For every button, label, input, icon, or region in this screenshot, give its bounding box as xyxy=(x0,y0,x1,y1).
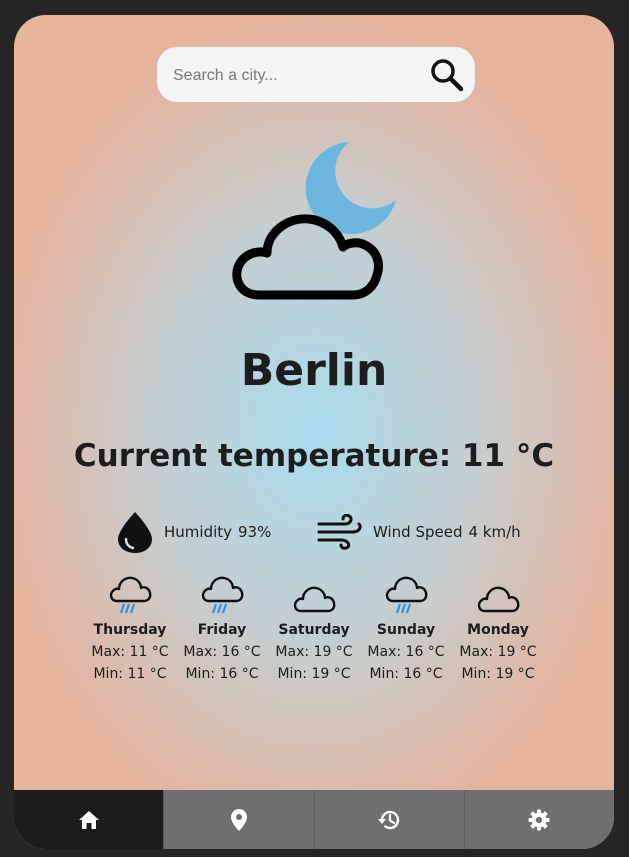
forecast-day-name: Sunday xyxy=(376,622,436,638)
rain-cloud-icon xyxy=(201,576,244,614)
forecast-day: Monday Max: 19 °C Min: 19 °C xyxy=(452,572,544,682)
forecast-day-name: Saturday xyxy=(278,622,350,638)
wind-metric: Wind Speed 4 km/h xyxy=(317,508,521,556)
rain-cloud-icon xyxy=(385,576,428,614)
wind-value: 4 km/h xyxy=(468,523,521,541)
cloud-icon xyxy=(477,586,520,613)
forecast-min: Min: 19 °C xyxy=(277,666,351,682)
search-icon xyxy=(431,59,464,92)
forecast-list: Thursday Max: 11 °C Min: 11 °C Friday Ma… xyxy=(84,572,544,682)
forecast-day-name: Monday xyxy=(467,622,529,638)
forecast-day-name: Friday xyxy=(197,622,247,638)
rain-cloud-icon xyxy=(109,576,152,614)
forecast-min: Min: 19 °C xyxy=(461,666,535,682)
humidity-metric: Humidity 93% xyxy=(116,508,271,556)
forecast-max: Max: 19 °C xyxy=(275,644,353,660)
search-input[interactable] xyxy=(171,57,425,94)
forecast-max: Max: 16 °C xyxy=(367,644,445,660)
cloud-moon-icon xyxy=(232,142,396,300)
history-icon xyxy=(378,810,400,829)
current-temperature: Current temperature: 11 °C xyxy=(73,438,555,474)
search-button[interactable] xyxy=(427,55,467,95)
nav-home[interactable] xyxy=(14,790,164,849)
location-pin-icon xyxy=(230,808,247,831)
nav-location[interactable] xyxy=(163,790,314,849)
humidity-value: 93% xyxy=(238,523,272,541)
forecast-max: Max: 19 °C xyxy=(459,644,537,660)
forecast-day: Thursday Max: 11 °C Min: 11 °C xyxy=(84,572,176,682)
forecast-day-name: Thursday xyxy=(93,622,167,638)
weather-card: Berlin Current temperature: 11 °C Humidi… xyxy=(14,15,614,849)
forecast-day: Friday Max: 16 °C Min: 16 °C xyxy=(176,572,268,682)
forecast-min: Min: 11 °C xyxy=(93,666,167,682)
wind-label: Wind Speed xyxy=(373,523,463,541)
cloud-icon xyxy=(293,586,336,613)
home-icon xyxy=(78,810,99,829)
humidity-label: Humidity xyxy=(164,523,233,541)
humidity-drop-icon xyxy=(118,512,152,553)
wind-icon xyxy=(317,514,362,550)
forecast-day: Sunday Max: 16 °C Min: 16 °C xyxy=(360,572,452,682)
nav-settings[interactable] xyxy=(463,790,614,849)
forecast-min: Min: 16 °C xyxy=(185,666,259,682)
bottom-nav xyxy=(14,790,614,849)
forecast-max: Max: 11 °C xyxy=(91,644,169,660)
search-bar xyxy=(157,47,475,102)
forecast-max: Max: 16 °C xyxy=(183,644,261,660)
nav-history[interactable] xyxy=(313,790,464,849)
forecast-min: Min: 16 °C xyxy=(369,666,443,682)
forecast-day: Saturday Max: 19 °C Min: 19 °C xyxy=(268,572,360,682)
gear-icon xyxy=(528,809,550,830)
city-name: Berlin xyxy=(240,345,388,396)
